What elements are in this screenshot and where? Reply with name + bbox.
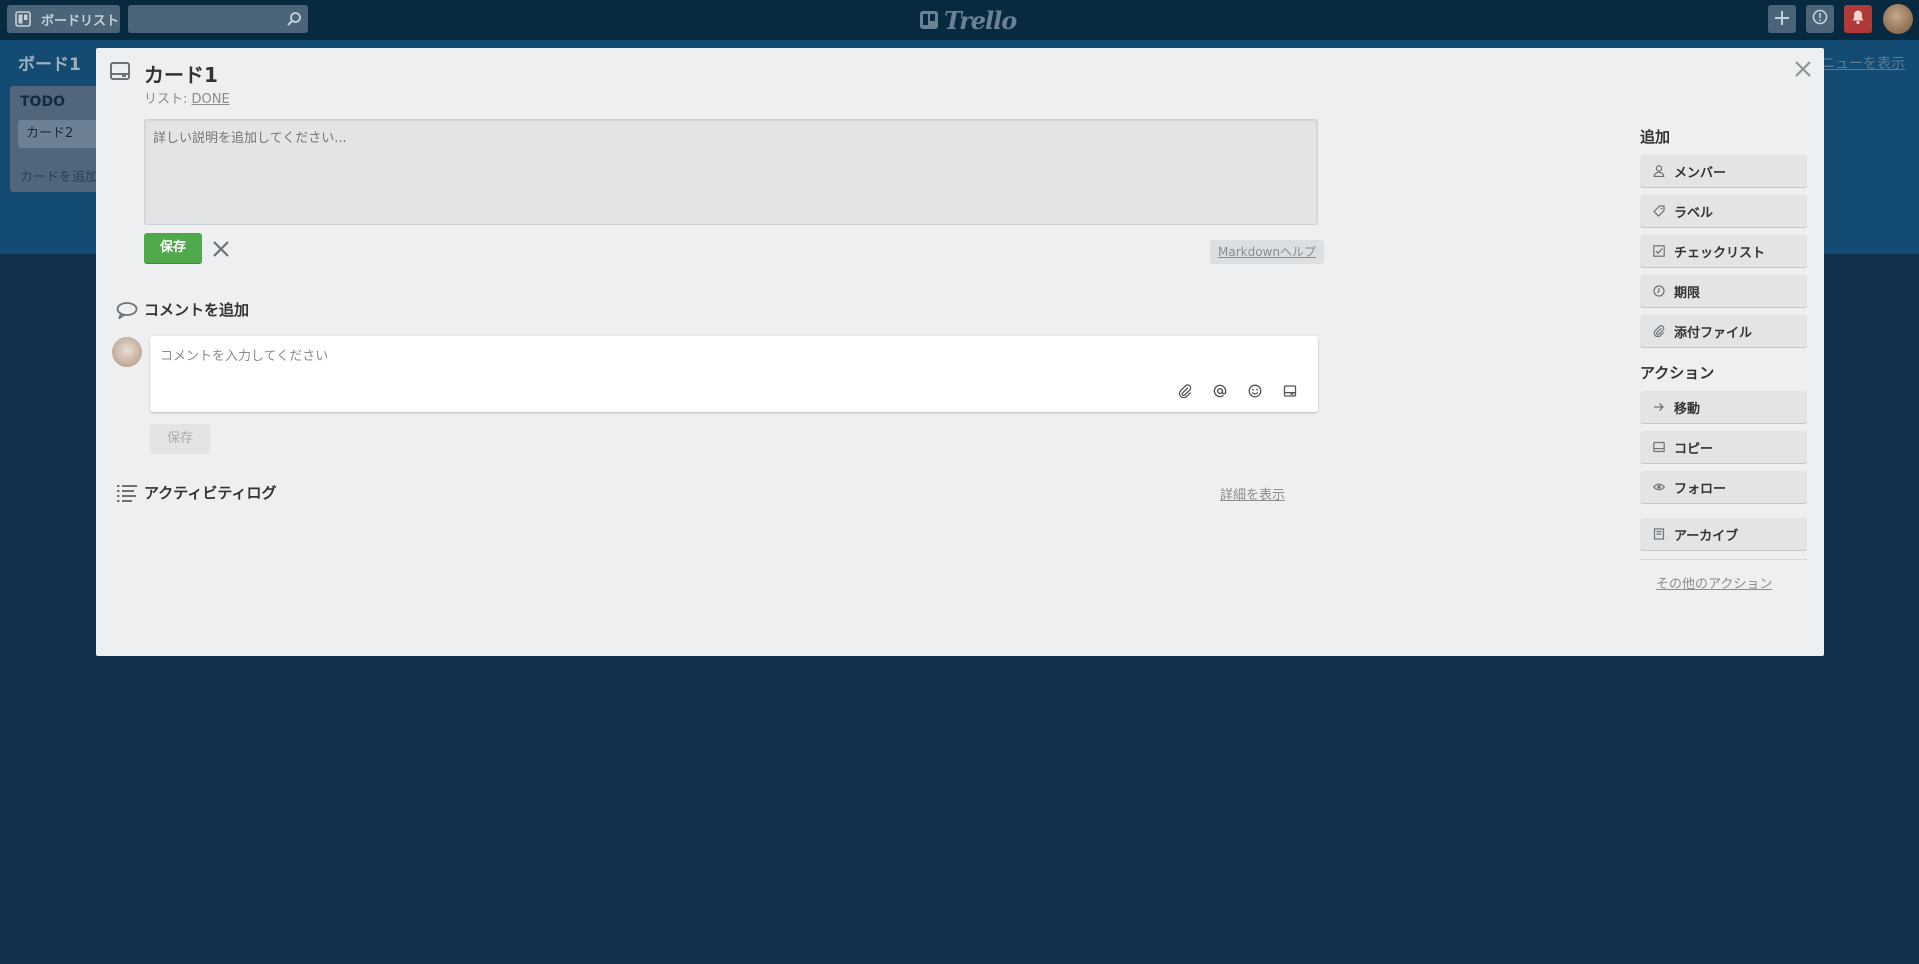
emoji-icon[interactable]	[1246, 382, 1264, 400]
avatar[interactable]	[1883, 4, 1913, 34]
show-menu-link[interactable]: ニューを表示	[1821, 53, 1905, 73]
attachment-button[interactable]: 添付ファイル	[1640, 315, 1807, 347]
follow-label: フォロー	[1674, 481, 1727, 497]
card-attach-icon[interactable]	[1281, 382, 1299, 400]
card-icon	[110, 62, 130, 84]
bell-icon	[1850, 9, 1866, 29]
boards-button[interactable]: ボードリスト	[7, 5, 120, 33]
info-button[interactable]	[1806, 5, 1834, 33]
card-title[interactable]: カード1	[144, 59, 218, 88]
search-icon	[286, 11, 302, 31]
activity-list-icon	[116, 484, 138, 506]
trello-logo-icon	[920, 6, 938, 35]
add-button[interactable]	[1768, 5, 1796, 33]
card-icon	[1652, 441, 1666, 453]
paperclip-icon	[1652, 325, 1666, 337]
boards-button-label: ボードリスト	[41, 13, 120, 29]
tag-icon	[1652, 205, 1666, 217]
archive-label: アーカイブ	[1674, 528, 1739, 544]
members-label: メンバー	[1674, 165, 1727, 181]
labels-button[interactable]: ラベル	[1640, 195, 1807, 227]
cancel-edit-icon[interactable]	[212, 240, 230, 258]
archive-icon	[1652, 528, 1666, 540]
comment-placeholder: コメントを入力してください	[160, 349, 329, 364]
paperclip-icon[interactable]	[1176, 382, 1194, 400]
add-heading: 追加	[1640, 128, 1671, 146]
due-date-button[interactable]: 期限	[1640, 275, 1807, 307]
plus-icon	[1775, 10, 1789, 29]
checklist-button[interactable]: チェックリスト	[1640, 235, 1807, 267]
activity-title: アクティビティログ	[144, 484, 277, 502]
move-button[interactable]: 移動	[1640, 391, 1807, 423]
attachment-label: 添付ファイル	[1674, 325, 1753, 341]
search-input[interactable]	[128, 5, 308, 33]
top-header: ボードリスト Trello	[0, 0, 1919, 40]
markdown-help-button[interactable]: Markdownヘルプ	[1210, 240, 1324, 264]
close-icon[interactable]	[1792, 58, 1814, 80]
checklist-label: チェックリスト	[1674, 245, 1766, 261]
mention-icon[interactable]	[1211, 382, 1229, 400]
more-actions-link[interactable]: その他のアクション	[1656, 573, 1772, 592]
list-name-link[interactable]: DONE	[192, 92, 230, 107]
copy-label: コピー	[1674, 441, 1714, 457]
eye-icon	[1652, 481, 1666, 493]
notifications-button[interactable]	[1844, 5, 1872, 33]
comment-save-button[interactable]: 保存	[150, 424, 210, 454]
card-detail-modal: カード1 リスト: DONE 保存 Markdownヘルプ コメントを追加 コメ…	[96, 48, 1824, 656]
card-list-info: リスト: DONE	[144, 88, 230, 107]
copy-button[interactable]: コピー	[1640, 431, 1807, 463]
board-icon	[15, 11, 31, 27]
list-prefix: リスト:	[144, 92, 188, 107]
info-icon	[1812, 9, 1828, 29]
follow-button[interactable]: フォロー	[1640, 471, 1807, 503]
members-button[interactable]: メンバー	[1640, 155, 1807, 187]
archive-button[interactable]: アーカイブ	[1640, 518, 1807, 550]
clock-icon	[1652, 285, 1666, 297]
trello-logo-text: Trello	[944, 5, 1017, 35]
sidebar-divider	[1640, 559, 1807, 560]
list-title[interactable]: TODO	[20, 94, 65, 110]
trello-logo[interactable]: Trello	[920, 5, 1017, 35]
move-label: 移動	[1674, 401, 1701, 417]
arrow-right-icon	[1652, 401, 1666, 413]
person-icon	[1652, 165, 1666, 177]
description-input[interactable]	[144, 119, 1318, 225]
actions-heading: アクション	[1640, 364, 1715, 382]
due-date-label: 期限	[1674, 285, 1701, 301]
labels-label: ラベル	[1674, 205, 1714, 221]
comment-avatar	[112, 337, 142, 367]
activity-details-link[interactable]: 詳細を表示	[1220, 484, 1285, 503]
comment-input[interactable]: コメントを入力してください	[150, 336, 1318, 412]
board-title[interactable]: ボード1	[18, 50, 81, 75]
comment-icon	[116, 301, 138, 323]
add-card-link[interactable]: カードを追加	[20, 166, 98, 185]
comment-section-title: コメントを追加	[144, 301, 250, 319]
save-description-button[interactable]: 保存	[144, 233, 202, 263]
checkbox-icon	[1652, 245, 1666, 257]
